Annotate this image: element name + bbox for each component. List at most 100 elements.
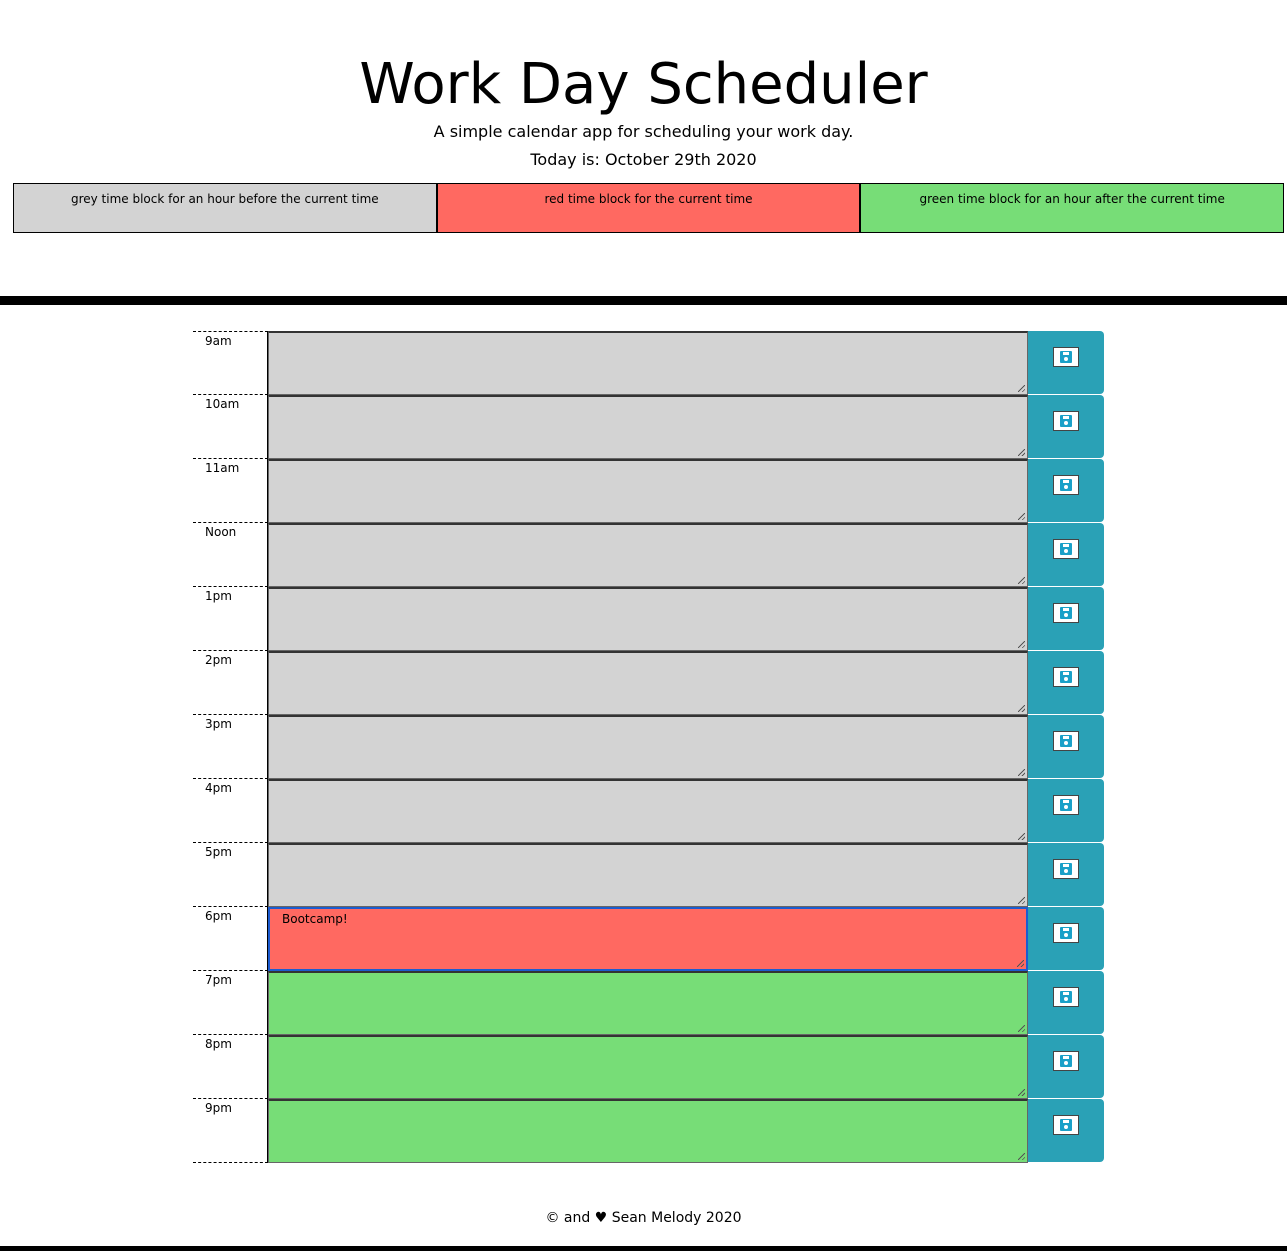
save-button[interactable] bbox=[1028, 587, 1104, 650]
event-textarea[interactable] bbox=[268, 1099, 1028, 1163]
time-block-row: 9pm bbox=[193, 1099, 1104, 1163]
save-button[interactable] bbox=[1028, 459, 1104, 522]
resize-grip-icon[interactable] bbox=[1018, 641, 1025, 648]
hour-label: Noon bbox=[193, 523, 268, 587]
floppy-disk-icon bbox=[1060, 863, 1072, 875]
resize-grip-icon[interactable] bbox=[1018, 897, 1025, 904]
save-button[interactable] bbox=[1028, 1099, 1104, 1162]
bottom-bar bbox=[0, 1246, 1287, 1251]
hour-label: 10am bbox=[193, 395, 268, 459]
time-block-row: 7pm bbox=[193, 971, 1104, 1035]
save-icon bbox=[1053, 667, 1079, 687]
resize-grip-icon[interactable] bbox=[1018, 833, 1025, 840]
event-textarea[interactable] bbox=[268, 395, 1028, 459]
legend-past: grey time block for an hour before the c… bbox=[13, 183, 437, 233]
hour-label: 2pm bbox=[193, 651, 268, 715]
save-button[interactable] bbox=[1028, 843, 1104, 906]
save-button[interactable] bbox=[1028, 779, 1104, 842]
time-block-row: 2pm bbox=[193, 651, 1104, 715]
resize-grip-icon[interactable] bbox=[1018, 385, 1025, 392]
floppy-disk-icon bbox=[1060, 1119, 1072, 1131]
save-icon bbox=[1053, 475, 1079, 495]
hour-label: 4pm bbox=[193, 779, 268, 843]
event-textarea[interactable] bbox=[268, 779, 1028, 843]
floppy-disk-icon bbox=[1060, 479, 1072, 491]
resize-grip-icon[interactable] bbox=[1017, 960, 1024, 967]
save-icon bbox=[1053, 731, 1079, 751]
hour-label: 5pm bbox=[193, 843, 268, 907]
time-block-row: 8pm bbox=[193, 1035, 1104, 1099]
event-textarea[interactable] bbox=[268, 523, 1028, 587]
resize-grip-icon[interactable] bbox=[1018, 1089, 1025, 1096]
color-legend: grey time block for an hour before the c… bbox=[13, 183, 1285, 233]
save-button[interactable] bbox=[1028, 651, 1104, 714]
resize-grip-icon[interactable] bbox=[1018, 1025, 1025, 1032]
legend-future: green time block for an hour after the c… bbox=[860, 183, 1285, 233]
save-icon bbox=[1053, 347, 1079, 367]
floppy-disk-icon bbox=[1060, 735, 1072, 747]
save-button[interactable] bbox=[1028, 523, 1104, 586]
save-icon bbox=[1053, 1115, 1079, 1135]
hour-label: 11am bbox=[193, 459, 268, 523]
time-block-row: 3pm bbox=[193, 715, 1104, 779]
time-block-row: 4pm bbox=[193, 779, 1104, 843]
event-textarea[interactable] bbox=[268, 331, 1028, 395]
time-block-row: 9am bbox=[193, 331, 1104, 395]
hour-label: 3pm bbox=[193, 715, 268, 779]
floppy-disk-icon bbox=[1060, 991, 1072, 1003]
event-textarea[interactable] bbox=[268, 843, 1028, 907]
floppy-disk-icon bbox=[1060, 543, 1072, 555]
save-icon bbox=[1053, 795, 1079, 815]
event-textarea[interactable] bbox=[268, 587, 1028, 651]
page-title: Work Day Scheduler bbox=[359, 52, 928, 117]
schedule: 9am 10am 11am Noon 1pm 2pm 3pm 4pm 5pm 6pm Bootcam… bbox=[193, 331, 1104, 1163]
save-icon bbox=[1053, 411, 1079, 431]
save-button[interactable] bbox=[1028, 1035, 1104, 1098]
floppy-disk-icon bbox=[1060, 1055, 1072, 1067]
floppy-disk-icon bbox=[1060, 607, 1072, 619]
resize-grip-icon[interactable] bbox=[1018, 513, 1025, 520]
footer: © and ♥ Sean Melody 2020 bbox=[545, 1210, 742, 1226]
time-block-row: 11am bbox=[193, 459, 1104, 523]
time-block-row: 5pm bbox=[193, 843, 1104, 907]
resize-grip-icon[interactable] bbox=[1018, 769, 1025, 776]
legend-present: red time block for the current time bbox=[436, 183, 861, 233]
hour-label: 6pm bbox=[193, 907, 268, 971]
save-icon bbox=[1053, 987, 1079, 1007]
event-textarea[interactable] bbox=[268, 459, 1028, 523]
floppy-disk-icon bbox=[1060, 415, 1072, 427]
save-icon bbox=[1053, 1051, 1079, 1071]
time-block-row: 1pm bbox=[193, 587, 1104, 651]
floppy-disk-icon bbox=[1060, 799, 1072, 811]
save-icon bbox=[1053, 603, 1079, 623]
page-subtitle: A simple calendar app for scheduling you… bbox=[433, 122, 854, 141]
resize-grip-icon[interactable] bbox=[1018, 1153, 1025, 1160]
hour-label: 9pm bbox=[193, 1099, 268, 1163]
save-button[interactable] bbox=[1028, 395, 1104, 458]
save-button[interactable] bbox=[1028, 971, 1104, 1034]
event-textarea[interactable] bbox=[268, 1035, 1028, 1099]
floppy-disk-icon bbox=[1060, 671, 1072, 683]
hour-label: 1pm bbox=[193, 587, 268, 651]
divider bbox=[0, 296, 1287, 305]
save-button[interactable] bbox=[1028, 715, 1104, 778]
floppy-disk-icon bbox=[1060, 927, 1072, 939]
event-textarea[interactable] bbox=[268, 715, 1028, 779]
floppy-disk-icon bbox=[1060, 351, 1072, 363]
time-block-row: 10am bbox=[193, 395, 1104, 459]
resize-grip-icon[interactable] bbox=[1018, 705, 1025, 712]
current-date: Today is: October 29th 2020 bbox=[530, 150, 757, 169]
hour-label: 7pm bbox=[193, 971, 268, 1035]
header: Work Day Scheduler A simple calendar app… bbox=[0, 0, 1287, 170]
time-block-row: 6pm Bootcamp! bbox=[193, 907, 1104, 971]
save-button[interactable] bbox=[1028, 907, 1104, 970]
resize-grip-icon[interactable] bbox=[1018, 449, 1025, 456]
hour-label: 9am bbox=[193, 331, 268, 395]
save-button[interactable] bbox=[1028, 331, 1104, 394]
event-text: Bootcamp! bbox=[282, 912, 348, 926]
event-textarea[interactable]: Bootcamp! bbox=[268, 907, 1028, 971]
resize-grip-icon[interactable] bbox=[1018, 577, 1025, 584]
event-textarea[interactable] bbox=[268, 651, 1028, 715]
page: Work Day Scheduler A simple calendar app… bbox=[0, 0, 1287, 1251]
event-textarea[interactable] bbox=[268, 971, 1028, 1035]
